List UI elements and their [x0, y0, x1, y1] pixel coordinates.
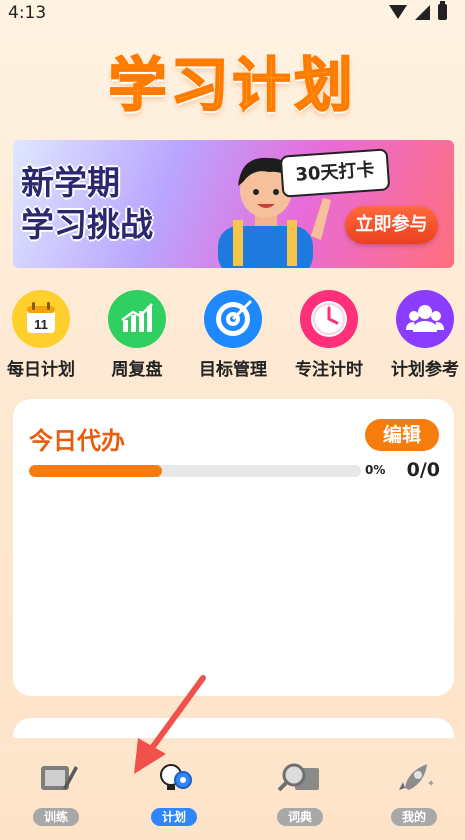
- quick-nav-focus-timer[interactable]: 专注计时: [284, 290, 374, 380]
- quick-nav-label: 每日计划: [7, 360, 75, 380]
- progress-percent: 0%: [365, 463, 386, 477]
- banner-sign: 30天打卡: [279, 148, 391, 198]
- tab-label: 计划: [151, 808, 197, 826]
- progress-bar: [29, 465, 361, 477]
- bar-chart-icon: [108, 290, 166, 348]
- join-now-button[interactable]: 立即参与: [345, 206, 438, 244]
- tab-label: 我的: [391, 808, 437, 826]
- banner-line-1: 新学期: [21, 163, 120, 202]
- page-title: 学习计划: [107, 50, 357, 120]
- quick-nav-goal-management[interactable]: 目标管理: [188, 290, 278, 380]
- todo-card-title: 今日代办: [29, 427, 125, 455]
- todo-card: 今日代办 编辑 0% 0/0: [13, 399, 454, 696]
- signal-icon: [415, 4, 430, 20]
- lightbulb-gear-icon: [151, 762, 197, 800]
- calendar-date-label: 11: [34, 317, 48, 332]
- promo-banner[interactable]: 新学期 学习挑战 30天打卡 立即参与: [13, 140, 454, 268]
- calendar-icon: 11: [12, 290, 70, 348]
- users-icon: [396, 290, 454, 348]
- edit-button[interactable]: 编辑: [365, 419, 439, 451]
- notebook-pen-icon: [33, 762, 79, 800]
- status-bar: 4:13: [0, 0, 465, 26]
- bottom-nav: 训练 计划 词典 我的: [0, 738, 465, 840]
- quick-nav-label: 周复盘: [111, 360, 163, 380]
- quick-nav-plan-reference[interactable]: 计划参考: [380, 290, 465, 380]
- magnifier-book-icon: [277, 762, 323, 800]
- quick-nav-weekly-review[interactable]: 周复盘: [92, 290, 182, 380]
- quick-nav-daily-plan[interactable]: 11 每日计划: [0, 290, 86, 380]
- quick-nav-label: 计划参考: [391, 360, 459, 380]
- tab-training[interactable]: 训练: [26, 762, 86, 826]
- clock-icon: [300, 290, 358, 348]
- progress-fill: [29, 465, 162, 477]
- wifi-icon: [389, 5, 407, 19]
- target-icon: [204, 290, 262, 348]
- progress-count: 0/0: [406, 459, 440, 481]
- quick-nav: 11 每日计划 周复盘 目标管理 专注计时 计划参考: [0, 290, 465, 380]
- quick-nav-label: 目标管理: [199, 360, 267, 380]
- banner-headline: 新学期 学习挑战: [21, 162, 153, 246]
- status-time: 4:13: [8, 3, 47, 23]
- rocket-icon: [391, 762, 437, 800]
- tab-profile[interactable]: 我的: [384, 762, 444, 826]
- quick-nav-label: 专注计时: [295, 360, 363, 380]
- banner-line-2: 学习挑战: [21, 205, 153, 244]
- status-icons: [389, 1, 447, 20]
- tab-label: 词典: [277, 808, 323, 826]
- battery-icon: [438, 1, 447, 20]
- tab-dictionary[interactable]: 词典: [270, 762, 330, 826]
- tab-label: 训练: [33, 808, 79, 826]
- tab-plan[interactable]: 计划: [144, 762, 204, 826]
